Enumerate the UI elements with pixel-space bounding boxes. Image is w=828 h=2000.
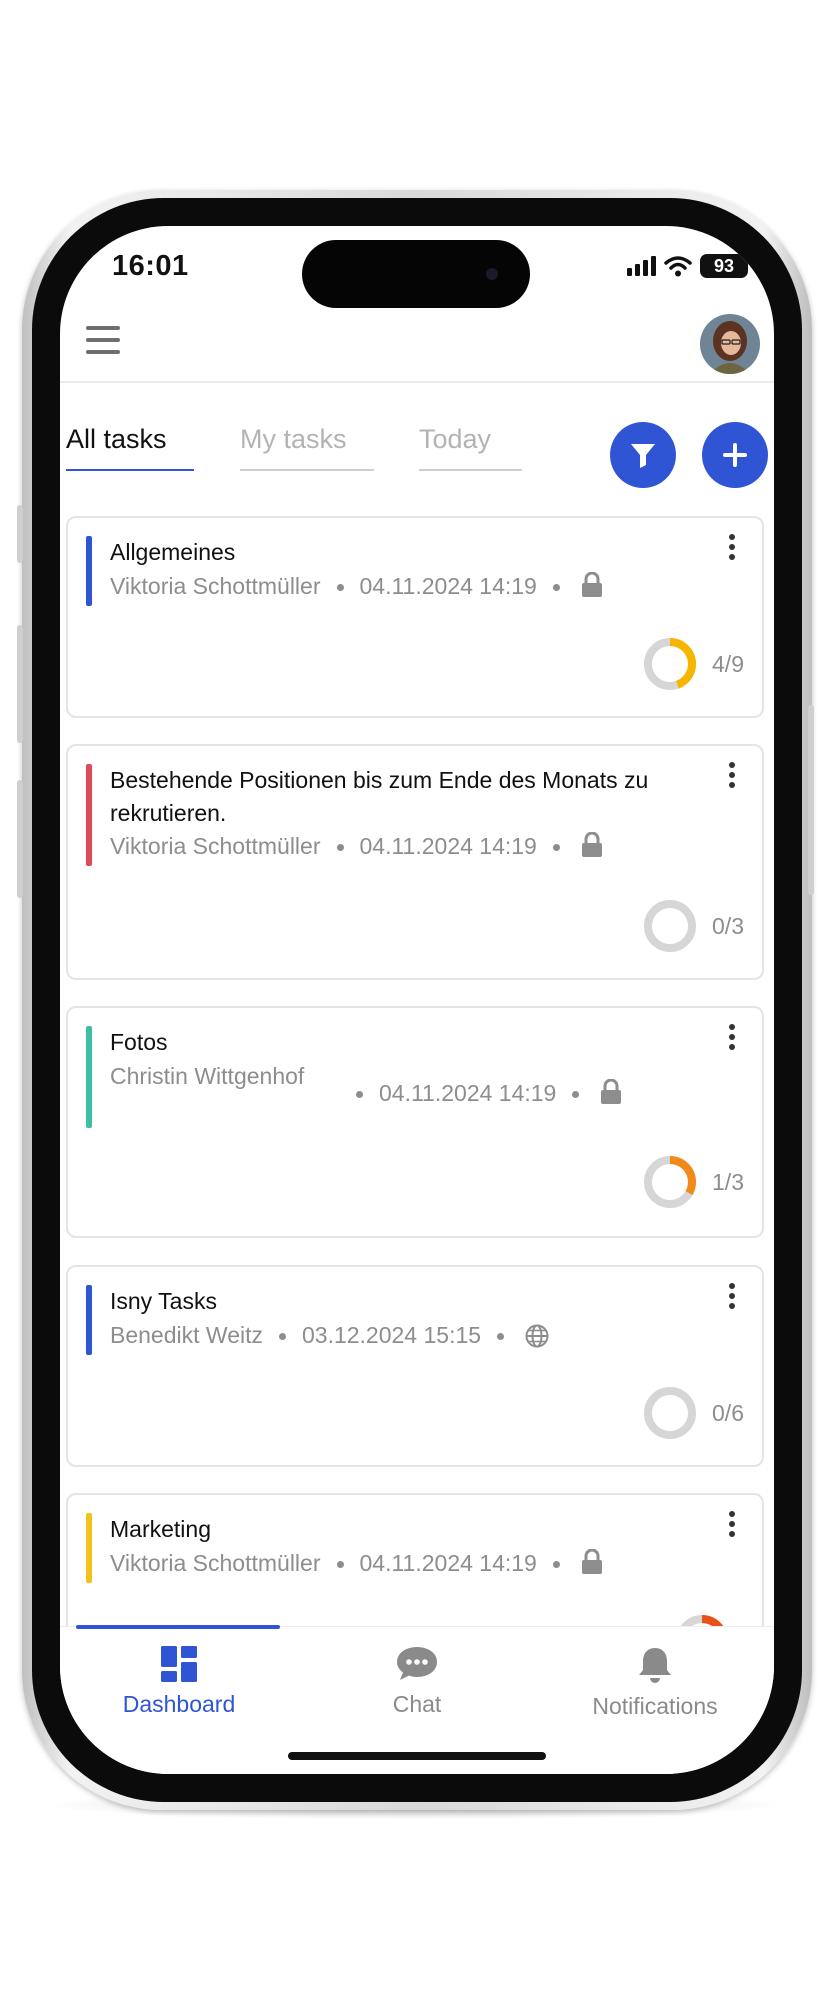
task-meta: Benedikt Weitz 03.12.2024 15:15 bbox=[110, 1319, 550, 1352]
separator-dot bbox=[336, 844, 344, 851]
dynamic-island bbox=[302, 240, 530, 308]
progress-ring-icon bbox=[644, 900, 697, 952]
add-task-button[interactable] bbox=[702, 422, 768, 488]
separator-dot bbox=[552, 844, 560, 851]
task-card[interactable]: Allgemeines Viktoria Schottmüller 04.11.… bbox=[66, 516, 764, 718]
lock-icon bbox=[581, 832, 602, 857]
volume-down-button bbox=[17, 780, 23, 898]
task-meta: Viktoria Schottmüller 04.11.2024 14:19 bbox=[110, 1547, 604, 1580]
task-owner: Benedikt Weitz bbox=[110, 1322, 263, 1348]
lock-icon bbox=[601, 1079, 622, 1104]
signal-icon bbox=[627, 256, 656, 276]
lock-icon bbox=[581, 1549, 602, 1574]
volume-up-button bbox=[17, 625, 23, 743]
nav-label: Chat bbox=[392, 1691, 442, 1717]
task-options-icon[interactable] bbox=[722, 1281, 742, 1311]
task-color-bar bbox=[86, 1285, 92, 1355]
battery-indicator: 93 bbox=[700, 254, 748, 278]
task-title: Isny Tasks bbox=[110, 1288, 217, 1314]
progress-label: 0/6 bbox=[712, 1399, 744, 1426]
separator-dot bbox=[572, 1091, 580, 1098]
user-avatar-icon bbox=[700, 314, 760, 374]
plus-icon bbox=[723, 443, 747, 467]
status-icons: 93 bbox=[627, 254, 748, 278]
status-time: 16:01 bbox=[112, 250, 189, 282]
task-color-bar bbox=[86, 536, 92, 606]
home-indicator[interactable] bbox=[288, 1752, 546, 1760]
nav-chat[interactable]: Chat bbox=[298, 1645, 536, 1718]
separator-dot bbox=[552, 584, 560, 591]
task-owner: Christin Wittgenhof bbox=[110, 1063, 305, 1089]
hamburger-menu-icon[interactable] bbox=[86, 326, 120, 356]
progress-label: 1/3 bbox=[712, 1168, 744, 1195]
task-options-icon[interactable] bbox=[722, 1022, 742, 1052]
nav-notifications[interactable]: Notifications bbox=[536, 1645, 774, 1720]
progress-ring-icon bbox=[644, 638, 697, 690]
wifi-icon bbox=[664, 256, 692, 277]
bell-icon bbox=[639, 1648, 671, 1683]
filter-button[interactable] bbox=[610, 422, 676, 488]
progress-ring-icon bbox=[644, 1387, 697, 1439]
task-color-bar bbox=[86, 1026, 92, 1128]
chat-icon bbox=[397, 1647, 437, 1680]
task-card[interactable]: Fotos Christin Wittgenhof 04.11.2024 14:… bbox=[66, 1006, 764, 1238]
task-meta: Viktoria Schottmüller 04.11.2024 14:19 bbox=[110, 570, 604, 603]
task-card[interactable]: Bestehende Positionen bis zum Ende des M… bbox=[66, 744, 764, 980]
task-title: Marketing bbox=[110, 1516, 211, 1542]
tab-my-tasks[interactable]: My tasks bbox=[240, 424, 374, 471]
header-divider bbox=[60, 381, 774, 383]
progress-label: 4/9 bbox=[712, 650, 744, 677]
nav-dashboard[interactable]: Dashboard bbox=[60, 1645, 298, 1718]
tab-today[interactable]: Today bbox=[419, 424, 522, 471]
task-progress: 0/6 bbox=[642, 1385, 744, 1441]
task-date: 04.11.2024 14:19 bbox=[359, 1550, 537, 1576]
task-list: Allgemeines Viktoria Schottmüller 04.11.… bbox=[60, 516, 774, 1626]
separator-dot bbox=[356, 1091, 363, 1098]
task-color-bar bbox=[86, 764, 92, 866]
tab-all-tasks[interactable]: All tasks bbox=[66, 424, 194, 471]
task-options-icon[interactable] bbox=[722, 760, 742, 790]
progress-ring-icon bbox=[644, 1156, 697, 1208]
filter-icon bbox=[631, 444, 655, 468]
screen: 16:01 93 All tasks My tasks Today Allgem… bbox=[60, 226, 774, 1774]
separator-dot bbox=[278, 1333, 286, 1340]
separator-dot bbox=[336, 1561, 344, 1568]
task-options-icon[interactable] bbox=[722, 1509, 742, 1539]
power-button bbox=[808, 705, 814, 895]
task-meta: Christin Wittgenhof 04.11.2024 14:19 bbox=[110, 1060, 623, 1110]
task-options-icon[interactable] bbox=[722, 532, 742, 562]
nav-label: Notifications bbox=[592, 1693, 718, 1719]
globe-icon bbox=[525, 1324, 549, 1348]
task-date: 03.12.2024 15:15 bbox=[301, 1322, 482, 1348]
mute-switch bbox=[17, 505, 23, 563]
task-title: Bestehende Positionen bis zum Ende des M… bbox=[110, 767, 649, 826]
task-card[interactable]: Marketing Viktoria Schottmüller 04.11.20… bbox=[66, 1493, 764, 1626]
lock-icon bbox=[581, 572, 602, 597]
camera-icon bbox=[486, 268, 498, 280]
task-owner: Viktoria Schottmüller bbox=[110, 833, 321, 859]
dashboard-icon bbox=[161, 1646, 197, 1682]
task-meta: Viktoria Schottmüller 04.11.2024 14:19 bbox=[110, 830, 604, 863]
task-title: Fotos bbox=[110, 1029, 168, 1055]
task-date: 04.11.2024 14:19 bbox=[359, 573, 537, 599]
task-date: 04.11.2024 14:19 bbox=[359, 833, 537, 859]
active-tab-indicator bbox=[76, 1625, 280, 1629]
task-progress: 4/9 bbox=[642, 636, 744, 692]
task-card[interactable]: Isny Tasks Benedikt Weitz 03.12.2024 15:… bbox=[66, 1265, 764, 1467]
separator-dot bbox=[552, 1561, 560, 1568]
task-owner: Viktoria Schottmüller bbox=[110, 573, 321, 599]
avatar[interactable] bbox=[700, 314, 760, 374]
progress-label: 0/3 bbox=[712, 912, 744, 939]
nav-label: Dashboard bbox=[122, 1691, 236, 1717]
progress-ring-icon bbox=[676, 1615, 728, 1626]
task-progress: 1/3 bbox=[642, 1154, 744, 1210]
task-owner: Viktoria Schottmüller bbox=[110, 1550, 321, 1576]
task-progress bbox=[674, 1613, 744, 1626]
task-title: Allgemeines bbox=[110, 539, 236, 565]
task-progress: 0/3 bbox=[642, 898, 744, 954]
separator-dot bbox=[336, 584, 344, 591]
task-date: 04.11.2024 14:19 bbox=[379, 1080, 557, 1106]
task-color-bar bbox=[86, 1513, 92, 1583]
separator-dot bbox=[497, 1333, 505, 1340]
